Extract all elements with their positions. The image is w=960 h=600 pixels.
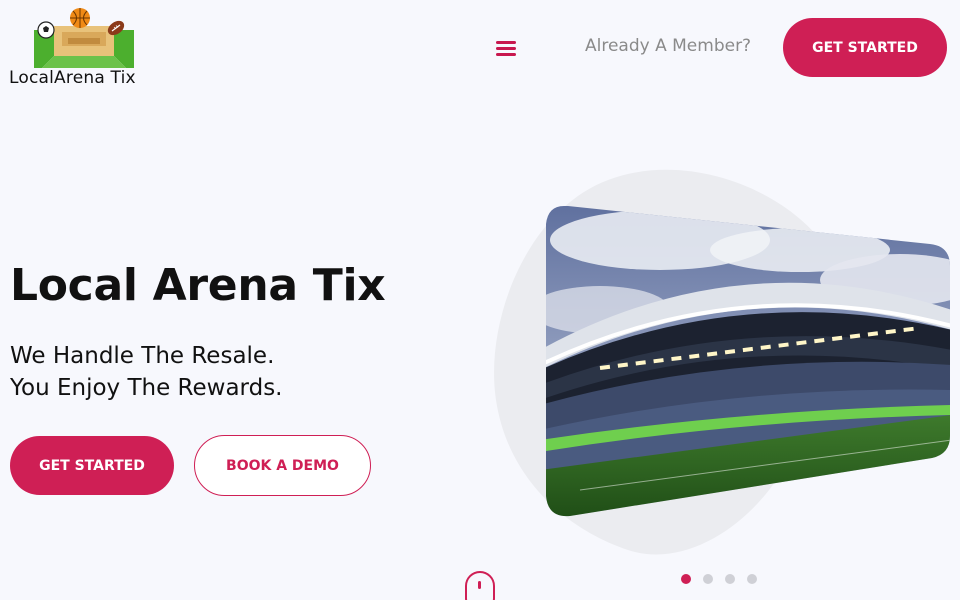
landing-page: LocalArena Tix Already A Member? GET STA…: [0, 0, 960, 600]
carousel-dots: [681, 574, 757, 584]
hero-title: Local Arena Tix: [10, 260, 386, 311]
soccer-ball-icon: [37, 21, 55, 39]
hero-subtitle-line-1: We Handle The Resale.: [10, 343, 275, 369]
carousel-dot-4[interactable]: [747, 574, 757, 584]
stadium-image: [546, 206, 950, 517]
hamburger-menu-icon[interactable]: [496, 38, 520, 58]
carousel-dot-2[interactable]: [703, 574, 713, 584]
hero-subtitle-line-2: You Enjoy The Rewards.: [10, 375, 283, 401]
header-get-started-button[interactable]: GET STARTED: [783, 18, 947, 77]
carousel-dot-1[interactable]: [681, 574, 691, 584]
already-member-link[interactable]: Already A Member?: [585, 36, 751, 56]
logo-text: LocalArena Tix: [9, 68, 136, 88]
hero-subtitle: We Handle The Resale. You Enjoy The Rewa…: [10, 340, 283, 404]
carousel-dot-3[interactable]: [725, 574, 735, 584]
basketball-icon: [70, 8, 90, 28]
logo-arena-icon: [34, 8, 134, 68]
scroll-mouse-icon[interactable]: [465, 571, 495, 600]
logo[interactable]: LocalArena Tix: [8, 8, 158, 90]
book-demo-button[interactable]: BOOK A DEMO: [194, 435, 371, 496]
hero-get-started-button[interactable]: GET STARTED: [10, 436, 174, 495]
